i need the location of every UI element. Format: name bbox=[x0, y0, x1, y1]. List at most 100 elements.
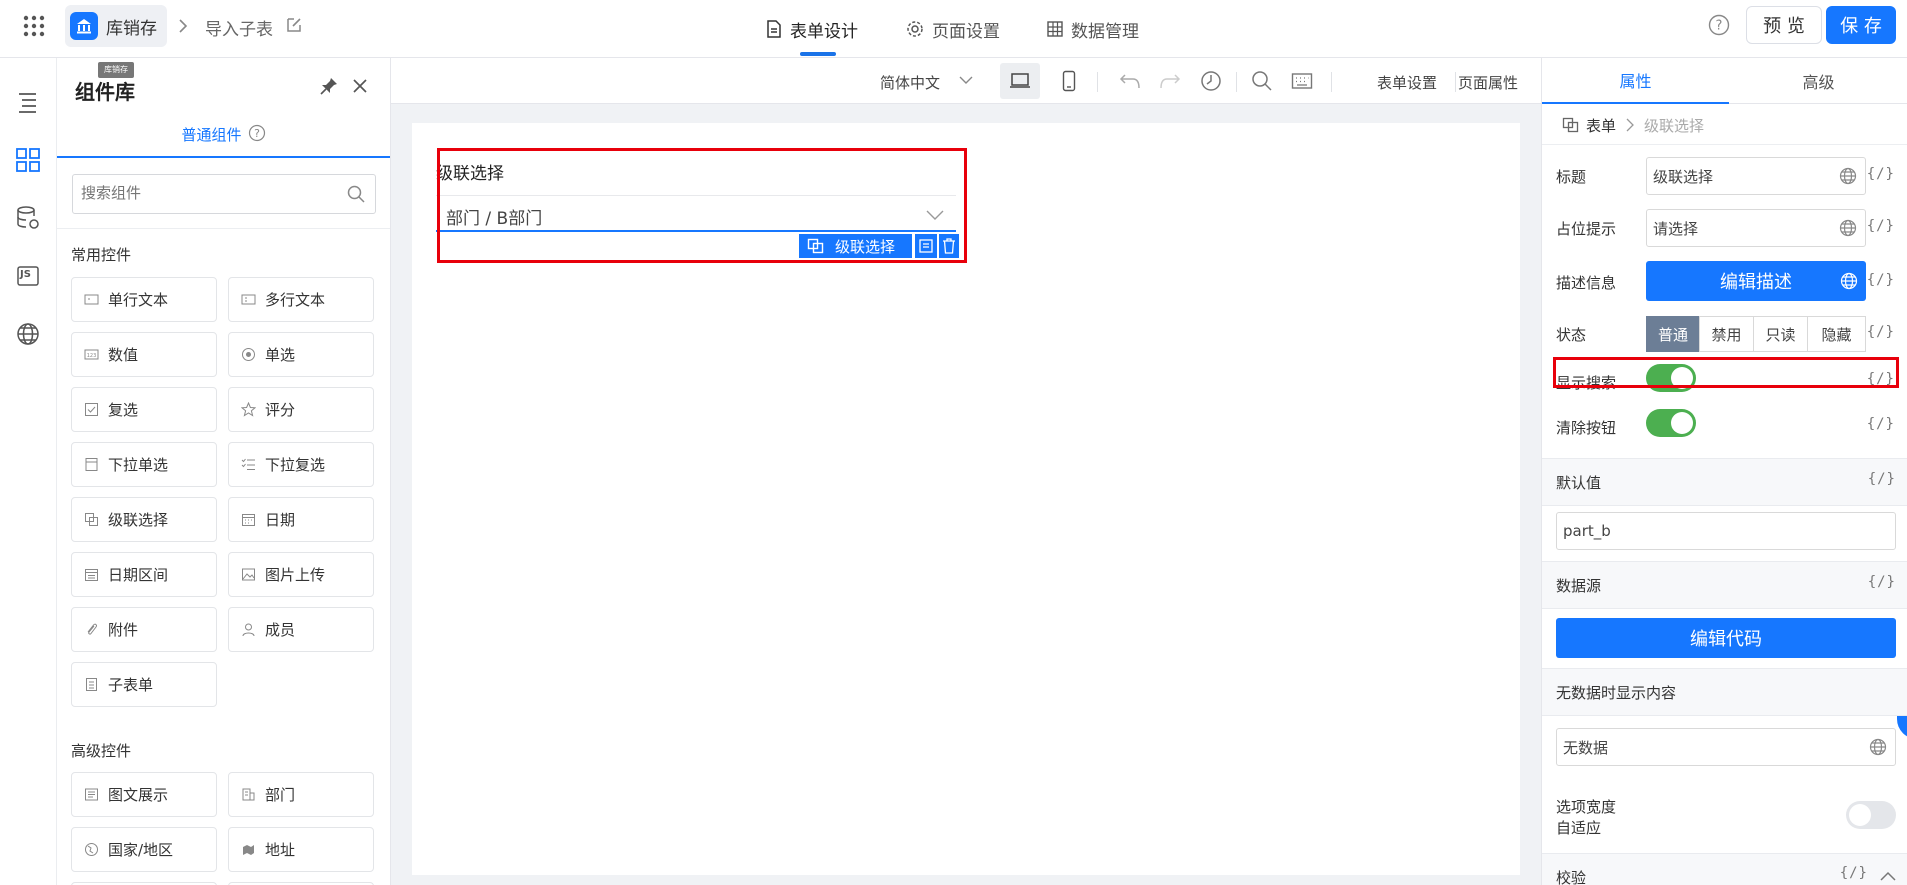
title-value: 级联选择 bbox=[1653, 167, 1714, 186]
preview-button[interactable]: 预 览 bbox=[1746, 6, 1822, 44]
title-code-toggle[interactable]: {/} bbox=[1867, 166, 1895, 182]
globe-icon[interactable] bbox=[1869, 738, 1887, 756]
undo-icon[interactable] bbox=[1119, 72, 1141, 90]
highlight-show-search bbox=[1553, 357, 1899, 388]
pin-icon[interactable] bbox=[319, 76, 339, 96]
chevron-down-icon[interactable] bbox=[959, 75, 973, 85]
app-grid-icon[interactable] bbox=[22, 14, 46, 38]
chevron-up-icon[interactable] bbox=[1880, 870, 1896, 882]
title-input[interactable]: 级联选择 bbox=[1646, 157, 1866, 195]
component-multi-line-text[interactable]: 多行文本 bbox=[228, 277, 374, 322]
validate-code-toggle[interactable]: {/} bbox=[1840, 865, 1868, 881]
component-address[interactable]: 地址 bbox=[228, 827, 374, 872]
keyboard-icon[interactable] bbox=[1291, 72, 1313, 90]
component-date[interactable]: 日期 bbox=[228, 497, 374, 542]
help-icon[interactable]: ? bbox=[1708, 14, 1730, 36]
page-props-link[interactable]: 页面属性 bbox=[1458, 72, 1518, 93]
save-button[interactable]: 保 存 bbox=[1826, 6, 1896, 44]
component-image-upload[interactable]: 图片上传 bbox=[228, 552, 374, 597]
placeholder-input[interactable]: 请选择 bbox=[1646, 209, 1866, 247]
nodata-section: 无数据时显示内容 bbox=[1542, 668, 1907, 716]
desktop-view-button[interactable] bbox=[1000, 63, 1040, 99]
default-code-toggle[interactable]: {/} bbox=[1868, 471, 1896, 487]
toggle-knob bbox=[1849, 804, 1871, 826]
edit-description-button[interactable]: 编辑描述 bbox=[1646, 261, 1866, 301]
autowidth-label-line2: 自适应 bbox=[1556, 819, 1602, 837]
app-switcher[interactable]: 库销存 bbox=[65, 5, 167, 47]
autowidth-toggle[interactable] bbox=[1846, 801, 1896, 829]
search-input[interactable] bbox=[81, 175, 331, 211]
component-radio[interactable]: 单选 bbox=[228, 332, 374, 377]
toolbar-divider bbox=[1097, 72, 1098, 92]
component-attachment[interactable]: 附件 bbox=[71, 607, 217, 652]
tab-page-settings[interactable]: 页面设置 bbox=[906, 0, 1000, 58]
search-icon[interactable] bbox=[347, 185, 365, 203]
component-cascader[interactable]: 级联选择 bbox=[71, 497, 217, 542]
globe-icon[interactable] bbox=[1840, 272, 1858, 290]
component-checkbox[interactable]: 复选 bbox=[71, 387, 217, 432]
breadcrumb-root[interactable]: 表单 bbox=[1586, 115, 1616, 136]
components-icon[interactable] bbox=[14, 146, 42, 174]
status-option-readonly[interactable]: 只读 bbox=[1753, 316, 1808, 352]
edit-name-icon[interactable] bbox=[285, 16, 303, 34]
language-select[interactable]: 简体中文 bbox=[880, 72, 940, 93]
breadcrumb-chevron-icon bbox=[1626, 118, 1634, 132]
redo-icon[interactable] bbox=[1159, 72, 1181, 90]
status-option-hidden[interactable]: 隐藏 bbox=[1807, 316, 1866, 352]
tab-common-components[interactable]: 普通组件 ? bbox=[57, 124, 390, 158]
search-icon[interactable] bbox=[1251, 70, 1273, 92]
globe-icon[interactable] bbox=[14, 320, 42, 348]
component-label: 成员 bbox=[265, 621, 296, 639]
form-settings-link[interactable]: 表单设置 bbox=[1377, 72, 1437, 93]
clear-code-toggle[interactable]: {/} bbox=[1867, 416, 1895, 432]
status-code-toggle[interactable]: {/} bbox=[1867, 324, 1895, 340]
close-icon[interactable] bbox=[352, 78, 368, 94]
status-label: 状态 bbox=[1556, 326, 1587, 344]
placeholder-code-toggle[interactable]: {/} bbox=[1867, 218, 1895, 234]
help-circle-icon: ? bbox=[248, 124, 265, 142]
component-label: 数值 bbox=[108, 346, 139, 364]
edit-code-button[interactable]: 编辑代码 bbox=[1556, 618, 1896, 658]
outline-icon[interactable] bbox=[14, 88, 42, 116]
datasource-icon[interactable] bbox=[14, 204, 42, 232]
component-dropdown-multi[interactable]: 下拉复选 bbox=[228, 442, 374, 487]
globe-icon[interactable] bbox=[1839, 167, 1857, 185]
component-department[interactable]: 部门 bbox=[228, 772, 374, 817]
history-icon[interactable] bbox=[1200, 70, 1222, 92]
tab-form-design[interactable]: 表单设计 bbox=[766, 0, 858, 58]
tab-properties[interactable]: 属性 bbox=[1542, 58, 1729, 104]
component-member[interactable]: 成员 bbox=[228, 607, 374, 652]
component-subform[interactable]: 子表单 bbox=[71, 662, 217, 707]
nodata-input[interactable]: 无数据 bbox=[1556, 728, 1896, 766]
component-single-line-text[interactable]: 单行文本 bbox=[71, 277, 217, 322]
status-option-disabled[interactable]: 禁用 bbox=[1699, 316, 1754, 352]
component-label: 下拉复选 bbox=[265, 456, 326, 474]
js-icon[interactable]: JS bbox=[14, 262, 42, 290]
component-country[interactable]: 国家/地区 bbox=[71, 827, 217, 872]
desktop-icon bbox=[1010, 73, 1030, 88]
autowidth-label-line1: 选项宽度 bbox=[1556, 798, 1617, 816]
canvas-toolbar: 简体中文 表单设置 页面属性 bbox=[391, 58, 1541, 104]
title-label: 标题 bbox=[1556, 168, 1587, 186]
component-number[interactable]: 123 数值 bbox=[71, 332, 217, 377]
rich-text-icon bbox=[85, 788, 98, 801]
status-option-normal[interactable]: 普通 bbox=[1646, 316, 1700, 352]
description-code-toggle[interactable]: {/} bbox=[1867, 272, 1895, 288]
breadcrumb-page[interactable]: 导入子表 bbox=[205, 15, 273, 40]
component-search[interactable] bbox=[72, 174, 376, 214]
datasource-code-toggle[interactable]: {/} bbox=[1868, 574, 1896, 590]
component-rich-text[interactable]: 图文展示 bbox=[71, 772, 217, 817]
tab-form-design-label: 表单设计 bbox=[790, 21, 858, 42]
svg-text:123: 123 bbox=[87, 353, 97, 359]
clear-button-toggle[interactable] bbox=[1646, 409, 1696, 437]
toolbar-divider bbox=[1236, 72, 1237, 92]
component-rating[interactable]: 评分 bbox=[228, 387, 374, 432]
default-value-input[interactable]: part_b bbox=[1556, 512, 1896, 550]
tab-data-management[interactable]: 数据管理 bbox=[1047, 0, 1139, 58]
component-date-range[interactable]: 日期区间 bbox=[71, 552, 217, 597]
mobile-icon[interactable] bbox=[1062, 70, 1076, 92]
globe-icon[interactable] bbox=[1839, 219, 1857, 237]
star-icon bbox=[241, 402, 256, 417]
tab-advanced[interactable]: 高级 bbox=[1729, 58, 1907, 104]
component-dropdown[interactable]: 下拉单选 bbox=[71, 442, 217, 487]
